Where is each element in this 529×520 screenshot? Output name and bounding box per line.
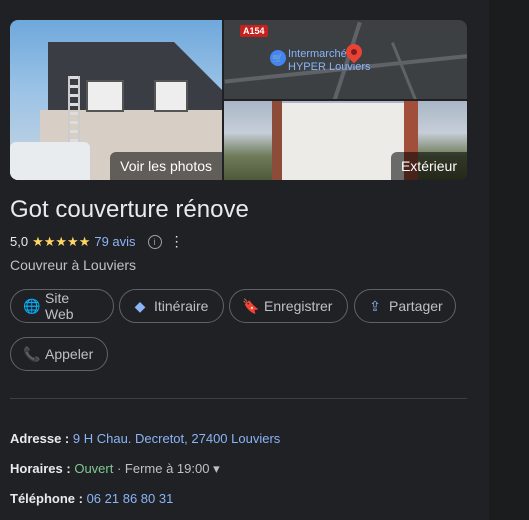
window-illustration bbox=[86, 80, 124, 112]
share-button[interactable]: ⇪ Partager bbox=[354, 289, 456, 323]
info-icon[interactable]: i bbox=[147, 234, 162, 249]
phone-link[interactable]: 06 21 86 80 31 bbox=[87, 491, 174, 506]
star-rating-icon: ★★★★★ bbox=[32, 233, 91, 249]
website-button[interactable]: 🌐 Site Web bbox=[10, 289, 114, 323]
rating-value: 5,0 bbox=[10, 234, 29, 249]
phone-icon: 📞 bbox=[23, 345, 41, 362]
globe-icon: 🌐 bbox=[23, 297, 41, 314]
save-label: Enregistrer bbox=[264, 298, 333, 314]
photo-gallery: Voir les photos A154 🛒 Intermarché HYPER… bbox=[10, 20, 467, 180]
more-options-icon[interactable]: ⋮ bbox=[170, 233, 184, 250]
address-row: Adresse : 9 H Chau. Decretot, 27400 Louv… bbox=[10, 431, 280, 446]
brick-illustration bbox=[272, 101, 282, 180]
directions-label: Itinéraire bbox=[154, 298, 209, 314]
call-label: Appeler bbox=[45, 346, 94, 362]
closing-time[interactable]: · Ferme à 19:00 bbox=[117, 461, 210, 476]
see-photos-label[interactable]: Voir les photos bbox=[110, 152, 222, 180]
website-label: Site Web bbox=[45, 290, 74, 322]
section-divider bbox=[10, 398, 467, 399]
road-badge: A154 bbox=[240, 25, 268, 37]
main-photo[interactable]: Voir les photos bbox=[10, 20, 222, 180]
share-icon: ⇪ bbox=[369, 297, 381, 314]
business-category: Couvreur à Louviers bbox=[10, 257, 137, 273]
call-button[interactable]: 📞 Appeler bbox=[10, 337, 108, 371]
phone-label: Téléphone : bbox=[10, 491, 83, 506]
phone-row: Téléphone : 06 21 86 80 31 bbox=[10, 491, 173, 506]
map-place-line2: HYPER Louviers bbox=[288, 61, 371, 73]
shopping-cart-icon: 🛒 bbox=[270, 50, 286, 66]
chevron-down-icon[interactable]: ▾ bbox=[213, 461, 220, 476]
exterior-photo[interactable]: Extérieur bbox=[224, 101, 467, 180]
address-label: Adresse : bbox=[10, 431, 70, 446]
directions-icon: ◆ bbox=[134, 297, 146, 314]
bookmark-icon: 🔖 bbox=[242, 297, 260, 314]
right-edge-strip bbox=[489, 0, 529, 520]
save-button[interactable]: 🔖 Enregistrer bbox=[229, 289, 348, 323]
map-road bbox=[390, 41, 421, 99]
open-status: Ouvert bbox=[74, 461, 114, 476]
map-thumbnail[interactable]: A154 🛒 Intermarché HYPER Louviers bbox=[224, 20, 467, 99]
exterior-label[interactable]: Extérieur bbox=[390, 152, 467, 180]
directions-button[interactable]: ◆ Itinéraire bbox=[119, 289, 224, 323]
window-illustration bbox=[154, 80, 188, 112]
rating-row: 5,0 ★★★★★ 79 avis i ⋮ bbox=[10, 233, 184, 250]
address-link[interactable]: 9 H Chau. Decretot, 27400 Louviers bbox=[73, 431, 280, 446]
hours-row: Horaires : Ouvert · Ferme à 19:00 ▾ bbox=[10, 461, 220, 477]
share-label: Partager bbox=[389, 298, 443, 314]
reviews-link[interactable]: 79 avis bbox=[94, 234, 135, 249]
business-name: Got couverture rénove bbox=[10, 196, 249, 223]
hours-label: Horaires : bbox=[10, 461, 71, 476]
van-illustration bbox=[10, 142, 90, 180]
